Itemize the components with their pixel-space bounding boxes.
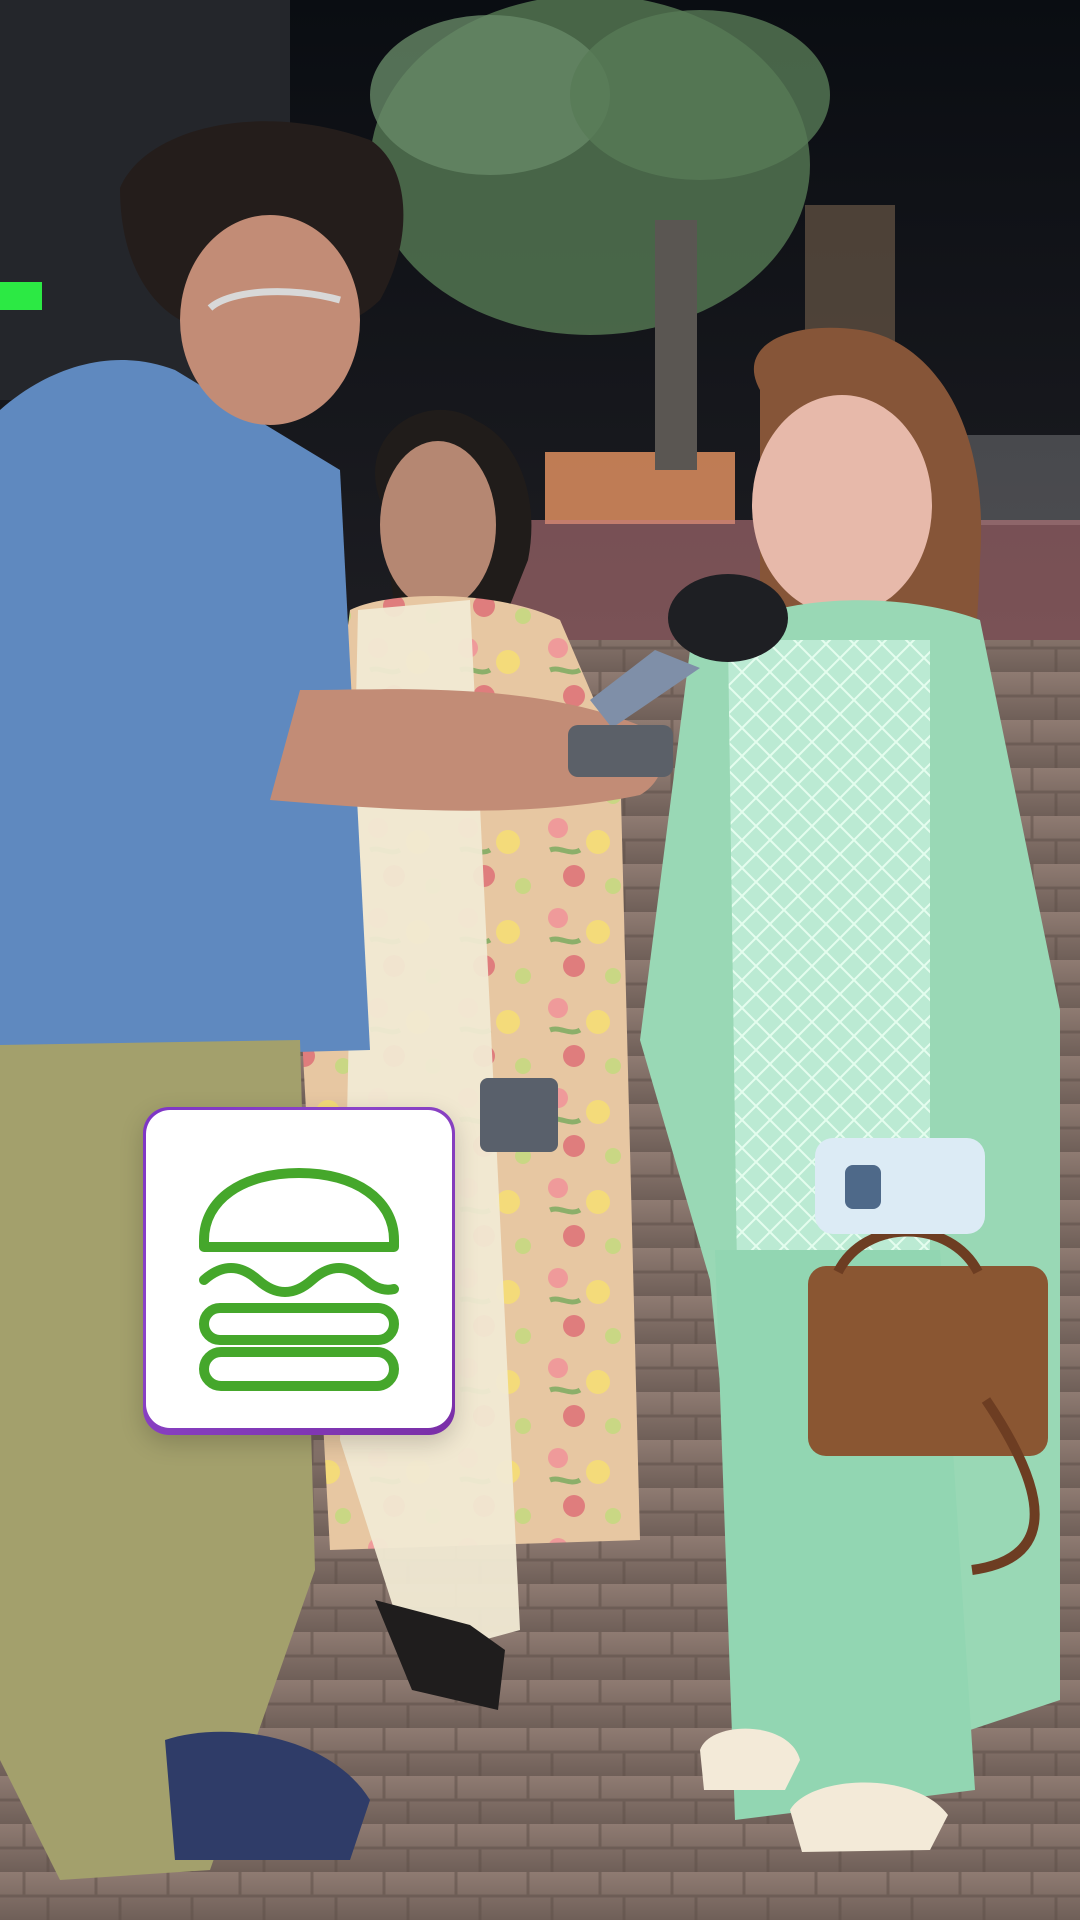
photo-background <box>0 0 1080 1920</box>
burger-logo-card <box>143 1107 455 1435</box>
burger-icon <box>199 1168 399 1391</box>
burger-logo-surface <box>146 1110 452 1428</box>
street-interview-scene: street-interview-photo <box>0 0 1080 1920</box>
scene-type: street-interview-photo <box>0 0 1 1</box>
